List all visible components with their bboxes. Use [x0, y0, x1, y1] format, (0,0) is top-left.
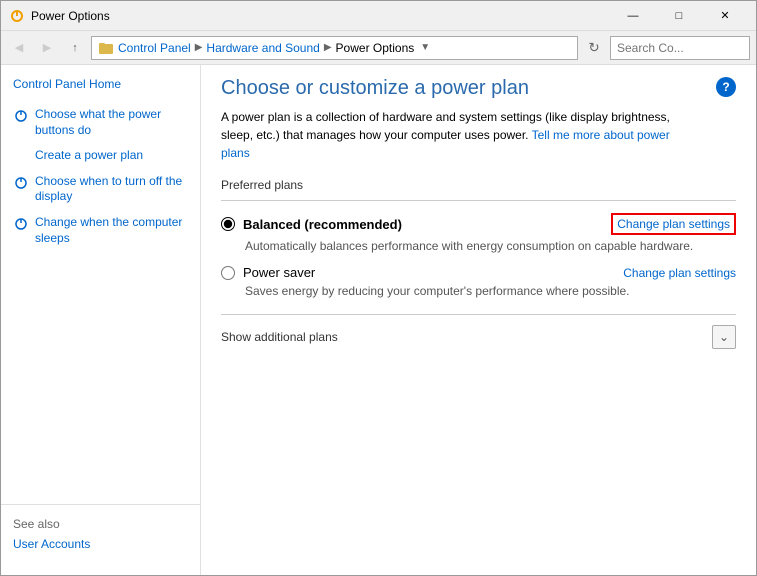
sidebar-computer-sleeps-label: Change when the computer sleeps: [35, 215, 188, 246]
back-button[interactable]: ◀: [7, 36, 31, 60]
help-button[interactable]: ?: [716, 77, 736, 97]
sidebar-item-power-buttons[interactable]: Choose what the power buttons do: [13, 107, 188, 138]
show-additional-plans: Show additional plans ⌄: [221, 314, 736, 349]
plan-power-saver-left: Power saver: [221, 265, 315, 280]
breadcrumb-hardware-sound[interactable]: Hardware and Sound: [206, 41, 319, 55]
show-additional-chevron-button[interactable]: ⌄: [712, 325, 736, 349]
maximize-button[interactable]: □: [656, 1, 702, 31]
sidebar-top: Control Panel Home Choose what the power…: [1, 77, 200, 256]
plan-balanced-name: Balanced (recommended): [243, 217, 402, 232]
sidebar-create-plan-label: Create a power plan: [35, 148, 143, 164]
display-icon: [13, 175, 29, 191]
plan-power-saver-name: Power saver: [243, 265, 315, 280]
breadcrumb-power-options: Power Options: [336, 41, 415, 55]
window-icon: [9, 8, 25, 24]
sidebar-turn-off-display-label: Choose when to turn off the display: [35, 174, 188, 205]
toolbar: ◀ ▶ ↑ Control Panel ▶ Hardware and Sound…: [1, 31, 756, 65]
change-plan-balanced-link[interactable]: Change plan settings: [611, 213, 736, 235]
sidebar-power-buttons-label: Choose what the power buttons do: [35, 107, 188, 138]
main-header-row: Choose or customize a power plan A power…: [221, 77, 736, 178]
sidebar: Control Panel Home Choose what the power…: [1, 65, 201, 575]
sidebar-user-accounts-link[interactable]: User Accounts: [13, 537, 90, 551]
forward-button[interactable]: ▶: [35, 36, 59, 60]
main-title: Choose or customize a power plan: [221, 77, 716, 100]
window-controls: — □ ✕: [610, 1, 748, 31]
plan-option-power-saver: Power saver Change plan settings Saves e…: [221, 265, 736, 298]
change-plan-power-saver-link[interactable]: Change plan settings: [623, 266, 736, 280]
plans-divider: [221, 200, 736, 201]
search-box: 🔍: [610, 36, 750, 60]
preferred-plans-label: Preferred plans: [221, 178, 736, 192]
close-button[interactable]: ✕: [702, 1, 748, 31]
sidebar-bottom: See also User Accounts: [1, 504, 200, 563]
main-description: A power plan is a collection of hardware…: [221, 108, 701, 162]
show-additional-label: Show additional plans: [221, 330, 338, 344]
address-bar: Control Panel ▶ Hardware and Sound ▶ Pow…: [91, 36, 578, 60]
minimize-button[interactable]: —: [610, 1, 656, 31]
power-button-icon: [13, 108, 29, 124]
titlebar: Power Options — □ ✕: [1, 1, 756, 31]
window: Power Options — □ ✕ ◀ ▶ ↑ Control Panel …: [0, 0, 757, 576]
search-input[interactable]: [617, 41, 757, 55]
plan-balanced-left: Balanced (recommended): [221, 217, 402, 232]
plan-power-saver-desc: Saves energy by reducing your computer's…: [221, 284, 736, 298]
see-also-label: See also: [13, 517, 188, 531]
plan-option-balanced: Balanced (recommended) Change plan setti…: [221, 213, 736, 253]
up-button[interactable]: ↑: [63, 36, 87, 60]
breadcrumb-dropdown-button[interactable]: ▼: [418, 42, 432, 53]
sidebar-item-create-plan[interactable]: Create a power plan: [13, 148, 188, 164]
sidebar-control-panel-home[interactable]: Control Panel Home: [13, 77, 188, 91]
plan-balanced-desc: Automatically balances performance with …: [221, 239, 736, 253]
plan-power-saver-radio[interactable]: [221, 266, 235, 280]
plan-power-saver-header: Power saver Change plan settings: [221, 265, 736, 280]
sidebar-item-turn-off-display[interactable]: Choose when to turn off the display: [13, 174, 188, 205]
plan-balanced-radio[interactable]: [221, 217, 235, 231]
refresh-button[interactable]: ↻: [582, 36, 606, 60]
plan-balanced-header: Balanced (recommended) Change plan setti…: [221, 213, 736, 235]
sleep-icon: [13, 216, 29, 232]
sidebar-nav: Choose what the power buttons do Create …: [13, 107, 188, 256]
sidebar-item-computer-sleeps[interactable]: Change when the computer sleeps: [13, 215, 188, 246]
folder-icon: [98, 40, 114, 56]
breadcrumb-control-panel[interactable]: Control Panel: [118, 41, 191, 55]
main-header-left: Choose or customize a power plan A power…: [221, 77, 716, 178]
window-title: Power Options: [31, 9, 610, 23]
content-area: Control Panel Home Choose what the power…: [1, 65, 756, 575]
main-content: Choose or customize a power plan A power…: [201, 65, 756, 575]
